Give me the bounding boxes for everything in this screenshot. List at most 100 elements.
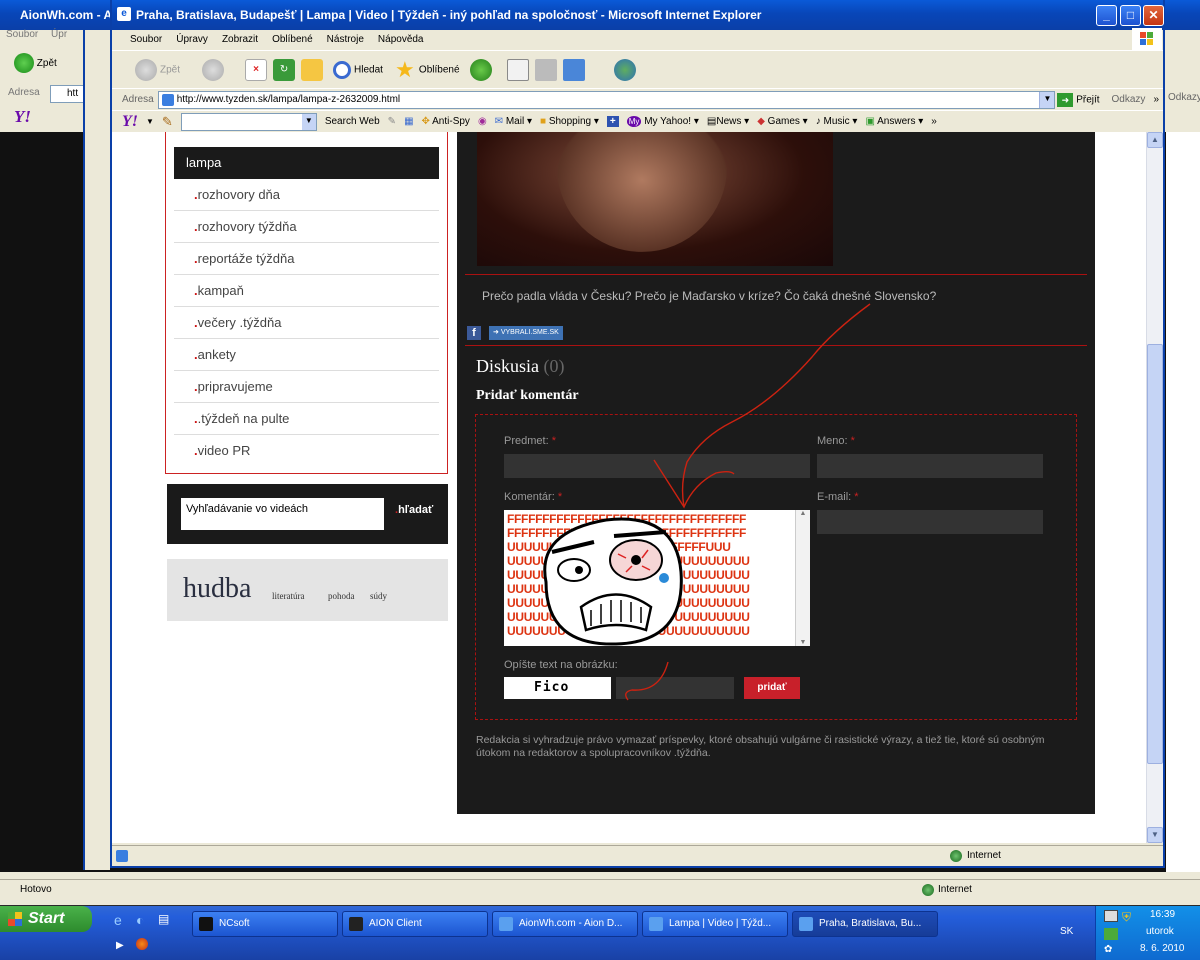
clock-date: 8. 6. 2010 (1140, 943, 1185, 954)
menu-tools[interactable]: Nástroje (327, 30, 364, 50)
dice-icon: ◆ (757, 116, 765, 127)
edit-icon[interactable] (562, 58, 585, 81)
menu-edit[interactable]: Úpravy (176, 30, 208, 50)
menu-file[interactable]: Soubor (130, 30, 162, 50)
ie-standard-toolbar: Zpět × ↻ Hledat ★ Oblíbené (112, 50, 1163, 88)
menu-help[interactable]: Nápověda (378, 30, 424, 50)
page-vertical-scrollbar[interactable]: ▲ ▼ (1146, 132, 1163, 843)
quicklaunch-media-icon[interactable]: ▶ (116, 940, 124, 951)
print-icon[interactable] (534, 58, 557, 81)
clock-day: utorok (1146, 926, 1174, 937)
windows-logo-icon (8, 912, 22, 926)
tray-monitor-icon[interactable] (1104, 910, 1118, 922)
mail-icon[interactable] (506, 58, 529, 81)
address-field[interactable]: http://www.tyzden.sk/lampa/lampa-z-26320… (157, 90, 1056, 109)
taskbar-button-aion[interactable]: AION Client (342, 911, 488, 937)
language-indicator[interactable]: SK (1060, 926, 1073, 937)
ie-icon (499, 917, 513, 931)
taskbar-button-aionwh[interactable]: AionWh.com - Aion D... (492, 911, 638, 937)
ie-icon (799, 917, 813, 931)
mail-button[interactable]: ✉ Mail ▾ (495, 116, 532, 127)
news-button[interactable]: ▤News ▾ (707, 116, 749, 127)
back-status-bar: Hotovo Internet (0, 879, 1200, 901)
back-button[interactable]: Zpět (132, 58, 180, 81)
music-button[interactable]: ♪ Music ▾ (816, 116, 858, 127)
taskbar-button-praha[interactable]: Praha, Bratislava, Bu... (792, 911, 938, 937)
back-arrow-icon (14, 53, 34, 74)
close-button[interactable]: ✕ (1143, 5, 1164, 26)
yahoo-toolbar: Y! ▼ ✎ ▼ Search Web ✎ ▦ ✥ Anti-Spy ◉ ✉ M… (112, 110, 1163, 132)
back-right-strip (1166, 132, 1200, 872)
back-menu-file[interactable]: Soubor (6, 29, 38, 40)
favorites-button[interactable]: ★ Oblíbené (391, 56, 459, 82)
menu-view[interactable]: Zobrazit (222, 30, 258, 50)
layout-icon[interactable]: ▦ (404, 116, 413, 127)
plus-icon[interactable]: + (606, 116, 619, 127)
back-back-button[interactable]: Zpět (14, 52, 84, 76)
back-links[interactable]: Odkazy (1168, 92, 1200, 103)
stop-icon[interactable]: × (245, 58, 268, 81)
highlight-icon[interactable]: ✎ (388, 116, 396, 127)
chevron-right-icon[interactable]: » (1153, 94, 1159, 105)
clock-time[interactable]: 16:39 (1150, 909, 1175, 920)
quicklaunch-explorer-icon[interactable]: ◐ (136, 912, 144, 928)
tray-app-icon[interactable]: ✿ (1104, 944, 1112, 955)
answers-button[interactable]: ▣ Answers ▾ (865, 116, 923, 127)
star-icon: ★ (395, 56, 415, 82)
yahoo-search-input[interactable]: ▼ (180, 112, 317, 131)
back-status-text: Hotovo (20, 884, 52, 895)
shopping-button[interactable]: ■ Shopping ▾ (540, 116, 599, 127)
minimize-button[interactable]: _ (1096, 5, 1117, 26)
scroll-up-button[interactable]: ▲ (1147, 132, 1163, 148)
forward-arrow-icon[interactable] (202, 58, 225, 81)
address-dropdown-icon[interactable]: ▼ (1039, 91, 1055, 108)
target-icon: ✥ (421, 116, 430, 127)
taskbar-button-ncsoft[interactable]: NCsoft (192, 911, 338, 937)
tray-shield-icon[interactable]: ⛨ (1122, 910, 1131, 925)
games-button[interactable]: ◆ Games ▾ (757, 116, 808, 127)
quicklaunch-desktop-icon[interactable]: ▤ (158, 912, 169, 926)
answers-icon: ▣ (865, 116, 875, 127)
scroll-thumb[interactable] (1147, 344, 1163, 764)
links-label[interactable]: Odkazy (1112, 94, 1146, 105)
quicklaunch-ie-icon[interactable]: e (114, 912, 122, 928)
my-yahoo-icon: My (626, 116, 642, 127)
refresh-icon[interactable]: ↻ (273, 58, 296, 81)
windows-flag-icon (1132, 28, 1162, 50)
menu-favorites[interactable]: Oblíbené (272, 30, 313, 50)
history-icon[interactable] (469, 58, 492, 81)
go-button[interactable]: ➜ Přejít (1057, 92, 1100, 107)
search-button[interactable]: Hledat (330, 60, 383, 79)
home-icon[interactable] (301, 58, 324, 81)
aion-icon (349, 917, 363, 931)
search-web-button[interactable]: Search Web (325, 116, 380, 127)
bag-icon: ■ (540, 116, 547, 127)
my-yahoo-button[interactable]: My My Yahoo! ▾ (626, 116, 699, 127)
yahoo-menu-arrow-icon[interactable]: ▼ (146, 117, 154, 126)
back-yahoo-logo[interactable]: Y! (14, 107, 31, 127)
back-zone-globe-icon (922, 884, 934, 896)
messenger-icon[interactable] (613, 58, 636, 81)
ie-title-bar: Praha, Bratislava, Budapešť | Lampa | Vi… (112, 0, 1163, 30)
search-icon (333, 60, 352, 79)
privacy-icon[interactable]: ◉ (478, 116, 487, 127)
address-label: Adresa (122, 94, 154, 105)
toolbar-more-icon[interactable]: » (931, 116, 937, 127)
pencil-icon[interactable]: ✎ (162, 114, 173, 130)
back-menu-edit[interactable]: Úpr (51, 29, 67, 40)
status-zone: Internet (967, 850, 1001, 861)
page-viewport: lampa .rozhovory dňa .rozhovory týždňa .… (112, 132, 1146, 843)
start-button[interactable]: Start (0, 906, 92, 932)
taskbar-button-lampa[interactable]: Lampa | Video | Týžd... (642, 911, 788, 937)
yahoo-logo[interactable]: Y! (122, 113, 138, 131)
red-annotation-scribble (625, 303, 871, 701)
scroll-down-button[interactable]: ▼ (1147, 827, 1163, 843)
go-arrow-icon: ➜ (1057, 92, 1074, 107)
quicklaunch-firefox-icon[interactable] (136, 938, 148, 950)
anti-spy-button[interactable]: ✥ Anti-Spy (422, 116, 470, 127)
status-page-icon (116, 850, 128, 862)
tray-network-icon[interactable] (1104, 928, 1118, 940)
maximize-button[interactable]: □ (1120, 5, 1141, 26)
envelope-icon: ✉ (494, 116, 504, 127)
yahoo-search-dropdown-icon[interactable]: ▼ (301, 113, 316, 130)
